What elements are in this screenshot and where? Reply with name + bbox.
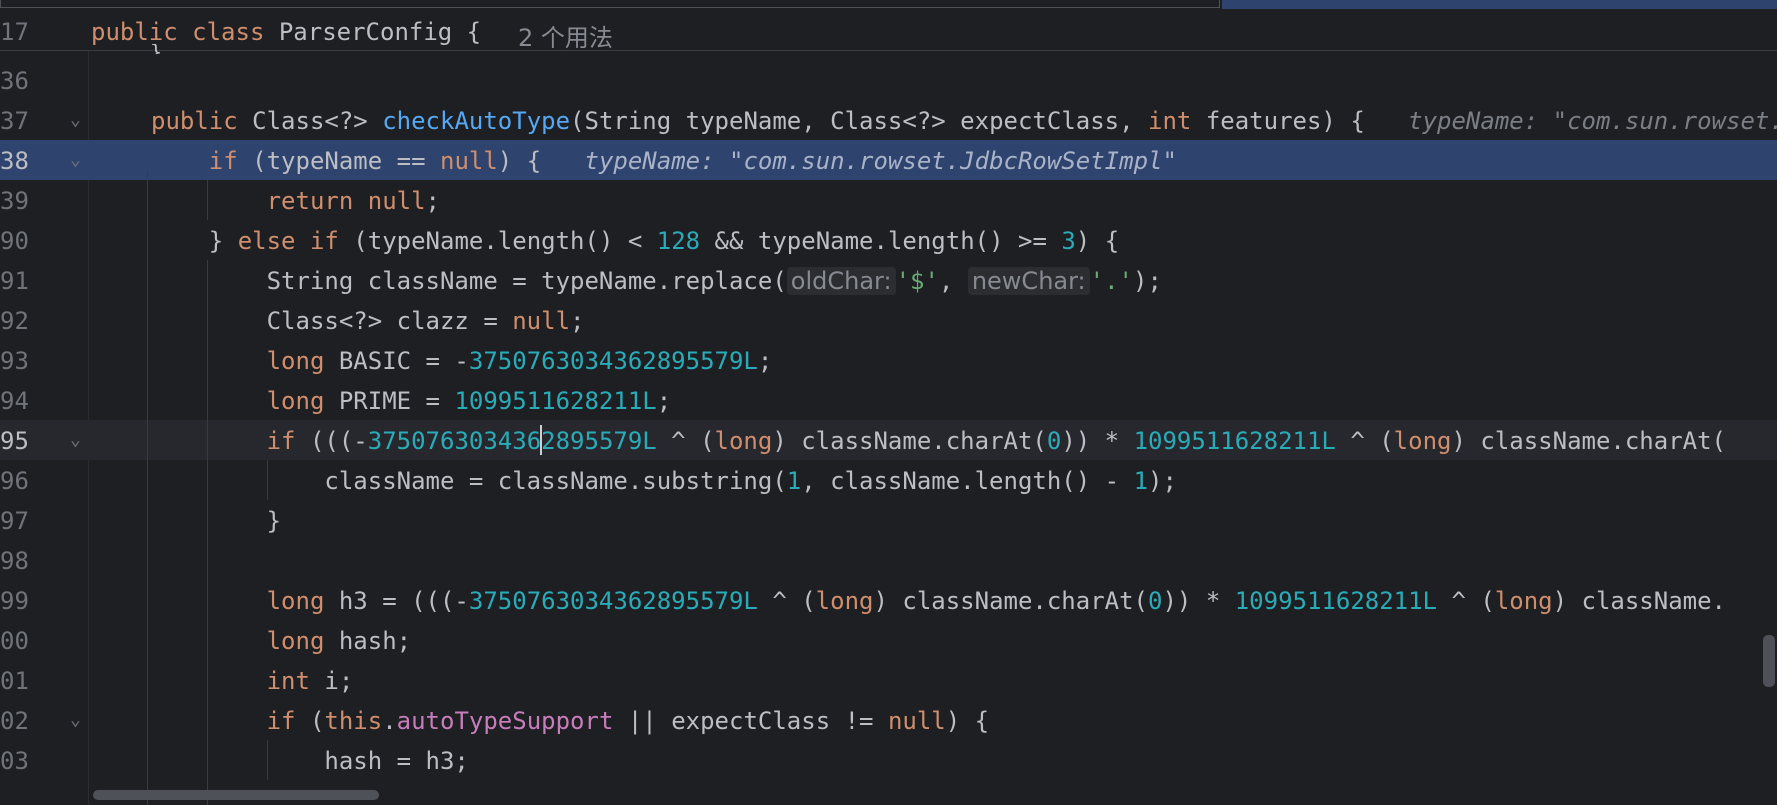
line-number: 98 — [0, 547, 29, 575]
code-text[interactable]: } — [151, 507, 281, 535]
vertical-scrollbar[interactable] — [1763, 635, 1775, 687]
code-text[interactable]: long h3 = (((-3750763034362895579L ^ (lo… — [151, 587, 1726, 615]
usages-hint[interactable]: 2 个用法 — [518, 18, 613, 53]
code-line[interactable]: 36 — [0, 60, 1777, 100]
line-number: 93 — [0, 347, 29, 375]
sticky-partial-line: } — [150, 44, 162, 54]
param-hint-newchar: newChar: — [967, 267, 1090, 295]
line-number: 95 — [0, 427, 29, 455]
indent-guide — [207, 260, 208, 805]
code-line[interactable]: 92 Class<?> clazz = null; — [0, 300, 1777, 340]
param-hint-oldchar: oldChar: — [786, 267, 896, 295]
code-text[interactable]: Class<?> clazz = null; — [151, 307, 585, 335]
text-caret — [540, 425, 542, 455]
code-text[interactable]: className = className.substring(1, class… — [151, 467, 1177, 495]
code-line[interactable]: 97 } — [0, 500, 1777, 540]
line-number: 94 — [0, 387, 29, 415]
code-line[interactable]: 00 long hash; — [0, 620, 1777, 660]
code-text[interactable]: int i; — [151, 667, 354, 695]
code-line[interactable]: 98 — [0, 540, 1777, 580]
indent-guide — [147, 171, 148, 805]
code-line[interactable]: 37 ⌄ public Class<?> checkAutoType(Strin… — [0, 100, 1777, 140]
indent-guide — [267, 740, 268, 780]
sticky-class-declaration[interactable]: public class ParserConfig { — [91, 18, 481, 46]
code-text[interactable]: long PRIME = 1099511628211L; — [151, 387, 672, 415]
line-number: 38 — [0, 147, 29, 175]
line-number: 99 — [0, 587, 29, 615]
fold-chevron-icon[interactable]: ⌄ — [70, 429, 81, 450]
tab-strip-left — [0, 0, 1220, 8]
code-line[interactable]: 01 int i; — [0, 660, 1777, 700]
code-line[interactable]: 91 String className = typeName.replace(o… — [0, 260, 1777, 300]
code-line[interactable]: 93 long BASIC = -3750763034362895579L; — [0, 340, 1777, 380]
code-line-current[interactable]: 95 ⌄ if (((-3750763034362895579L ^ (long… — [0, 420, 1777, 460]
code-editor[interactable]: 36 37 ⌄ public Class<?> checkAutoType(St… — [0, 51, 1777, 805]
indent-guide — [267, 460, 268, 500]
line-number: 36 — [0, 67, 29, 95]
sticky-line-number: 17 — [0, 18, 29, 46]
line-number: 37 — [0, 107, 29, 135]
code-text[interactable]: if (typeName == null) { typeName: "com.s… — [151, 147, 1177, 175]
fold-chevron-icon[interactable]: ⌄ — [70, 109, 81, 130]
line-number: 92 — [0, 307, 29, 335]
indent-guide — [207, 180, 208, 220]
line-number: 97 — [0, 507, 29, 535]
line-number: 39 — [0, 187, 29, 215]
code-line[interactable]: 90 } else if (typeName.length() < 128 &&… — [0, 220, 1777, 260]
line-number: 96 — [0, 467, 29, 495]
code-line[interactable]: 94 long PRIME = 1099511628211L; — [0, 380, 1777, 420]
code-text[interactable]: if (this.autoTypeSupport || expectClass … — [151, 707, 990, 735]
fold-chevron-icon[interactable]: ⌄ — [70, 149, 81, 170]
line-number: 03 — [0, 747, 29, 775]
fold-chevron-icon[interactable]: ⌄ — [70, 709, 81, 730]
active-tab-indicator[interactable] — [1222, 0, 1777, 9]
code-text[interactable]: long hash; — [151, 627, 412, 655]
code-line[interactable]: 99 long h3 = (((-3750763034362895579L ^ … — [0, 580, 1777, 620]
code-text[interactable]: hash = h3; — [151, 747, 469, 775]
line-number: 01 — [0, 667, 29, 695]
code-text[interactable]: long BASIC = -3750763034362895579L; — [151, 347, 773, 375]
editor-tab-strip — [0, 0, 1777, 10]
code-text[interactable]: if (((-3750763034362895579L ^ (long) cla… — [151, 427, 1726, 455]
horizontal-scrollbar[interactable] — [93, 790, 379, 800]
line-number: 90 — [0, 227, 29, 255]
line-number: 91 — [0, 267, 29, 295]
code-line[interactable]: 39 return null; — [0, 180, 1777, 220]
code-line-selected[interactable]: 38 ⌄ if (typeName == null) { typeName: "… — [0, 140, 1777, 180]
line-number: 00 — [0, 627, 29, 655]
debug-inlay-value: typeName: "com.sun.rowset.JdbcRowSetImpl… — [1408, 107, 1777, 135]
code-text[interactable]: String className = typeName.replace(oldC… — [151, 267, 1162, 295]
line-number: 02 — [0, 707, 29, 735]
sticky-class-header[interactable]: 17 public class ParserConfig { 2 个用法 } — [0, 10, 1777, 54]
code-text[interactable]: return null; — [151, 187, 440, 215]
code-text[interactable]: public Class<?> checkAutoType(String typ… — [151, 107, 1777, 135]
debug-inlay-value: typeName: "com.sun.rowset.JdbcRowSetImpl… — [584, 147, 1177, 175]
code-line[interactable]: 02 ⌄ if (this.autoTypeSupport || expectC… — [0, 700, 1777, 740]
code-text[interactable]: } else if (typeName.length() < 128 && ty… — [151, 227, 1119, 255]
